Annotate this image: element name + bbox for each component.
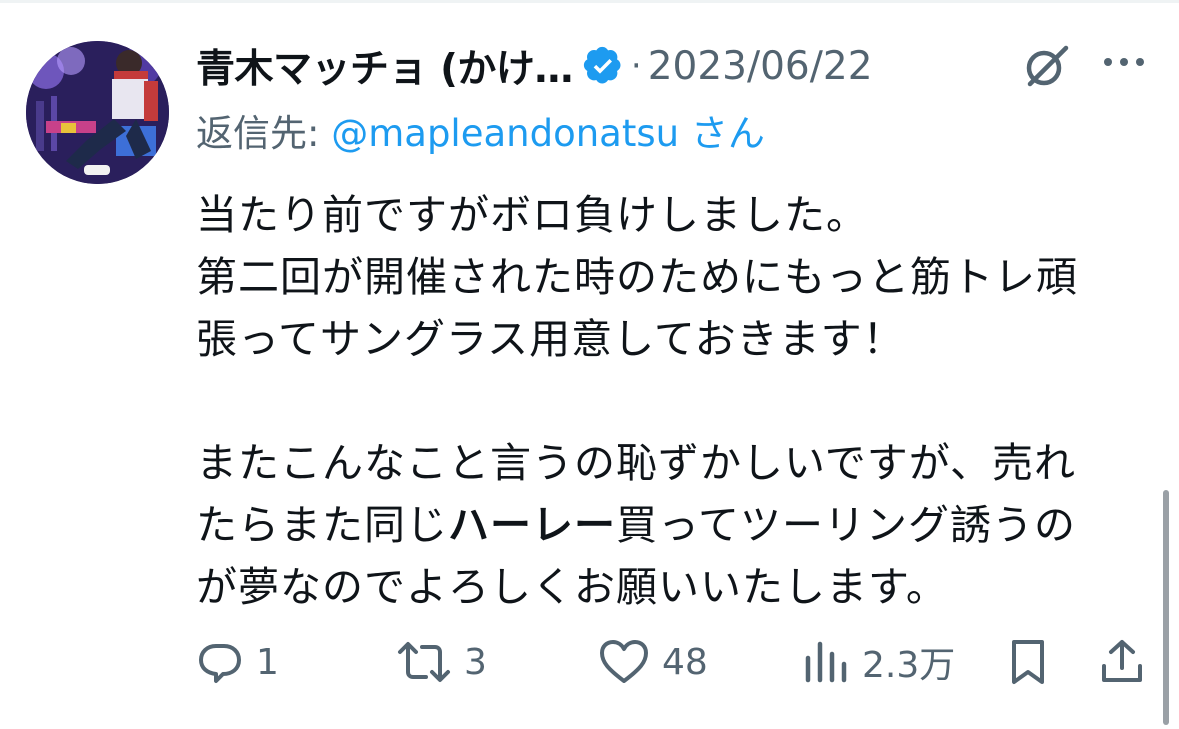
more-icon[interactable] [1100, 50, 1148, 74]
tweet-text-line: 張ってサングラス用意しておきます！ [196, 315, 905, 363]
tweet-text-line: が夢なのでよろしくお願いいたします。 [196, 563, 948, 611]
text-segment: たらまた同じ [196, 501, 448, 549]
avatar[interactable] [26, 41, 169, 184]
tweet-date[interactable]: 2023/06/22 [648, 44, 873, 89]
share-icon [1098, 638, 1146, 686]
reply-suffix: さん [679, 112, 765, 155]
tweet-text-line: またこんなこと言うの恥ずかしいですが、売れ [196, 439, 1076, 487]
reply-button[interactable]: 1 [196, 630, 279, 694]
retweet-button[interactable]: 3 [396, 630, 487, 694]
tweet-text: 当たり前ですがボロ負けしました。 第二回が開催された時のためにもっと筋トレ頑 張… [196, 184, 1156, 618]
separator-dot: · [630, 46, 642, 86]
reply-icon [196, 638, 244, 686]
bookmark-button[interactable] [1006, 630, 1050, 694]
tweet-text-line: 第二回が開催された時のためにもっと筋トレ頑 [196, 253, 1078, 301]
reply-handle-link[interactable]: @mapleandonatsu [331, 112, 679, 155]
retweet-icon [396, 638, 452, 686]
grok-icon[interactable] [1020, 40, 1072, 92]
scrollbar[interactable] [1163, 490, 1169, 725]
tweet-header: 青木マッチョ (かけ… · 2023/06/22 [196, 36, 873, 96]
heart-icon [598, 638, 650, 686]
bold-keyword: ハーレー [448, 501, 616, 549]
tweet-text-line: たらまた同じハーレー買ってツーリング誘うの [196, 494, 1156, 556]
retweet-count: 3 [464, 641, 487, 683]
views-count: 2.3万 [862, 645, 956, 686]
like-count: 48 [662, 641, 708, 683]
top-divider [0, 0, 1179, 3]
author-display-name[interactable]: 青木マッチョ (かけ… [196, 38, 573, 94]
reply-count: 1 [256, 641, 279, 683]
like-button[interactable]: 48 [598, 630, 708, 694]
tweet-text-line: 当たり前ですがボロ負けしました。 [196, 191, 868, 239]
text-segment: 買ってツーリング誘うの [616, 501, 1076, 549]
reply-prefix: 返信先: [196, 112, 332, 155]
verified-badge-icon [583, 46, 623, 86]
bookmark-icon [1006, 638, 1050, 686]
avatar-image [26, 41, 169, 184]
share-button[interactable] [1098, 630, 1146, 694]
tweet-page: 青木マッチョ (かけ… · 2023/06/22 返信先: @mapleando… [0, 0, 1179, 729]
action-bar: 1 3 48 2.3万 [0, 630, 1179, 694]
views-icon [802, 638, 850, 686]
views-button[interactable]: 2.3万 [802, 630, 955, 694]
reply-to-line: 返信先: @mapleandonatsu さん [196, 103, 765, 157]
